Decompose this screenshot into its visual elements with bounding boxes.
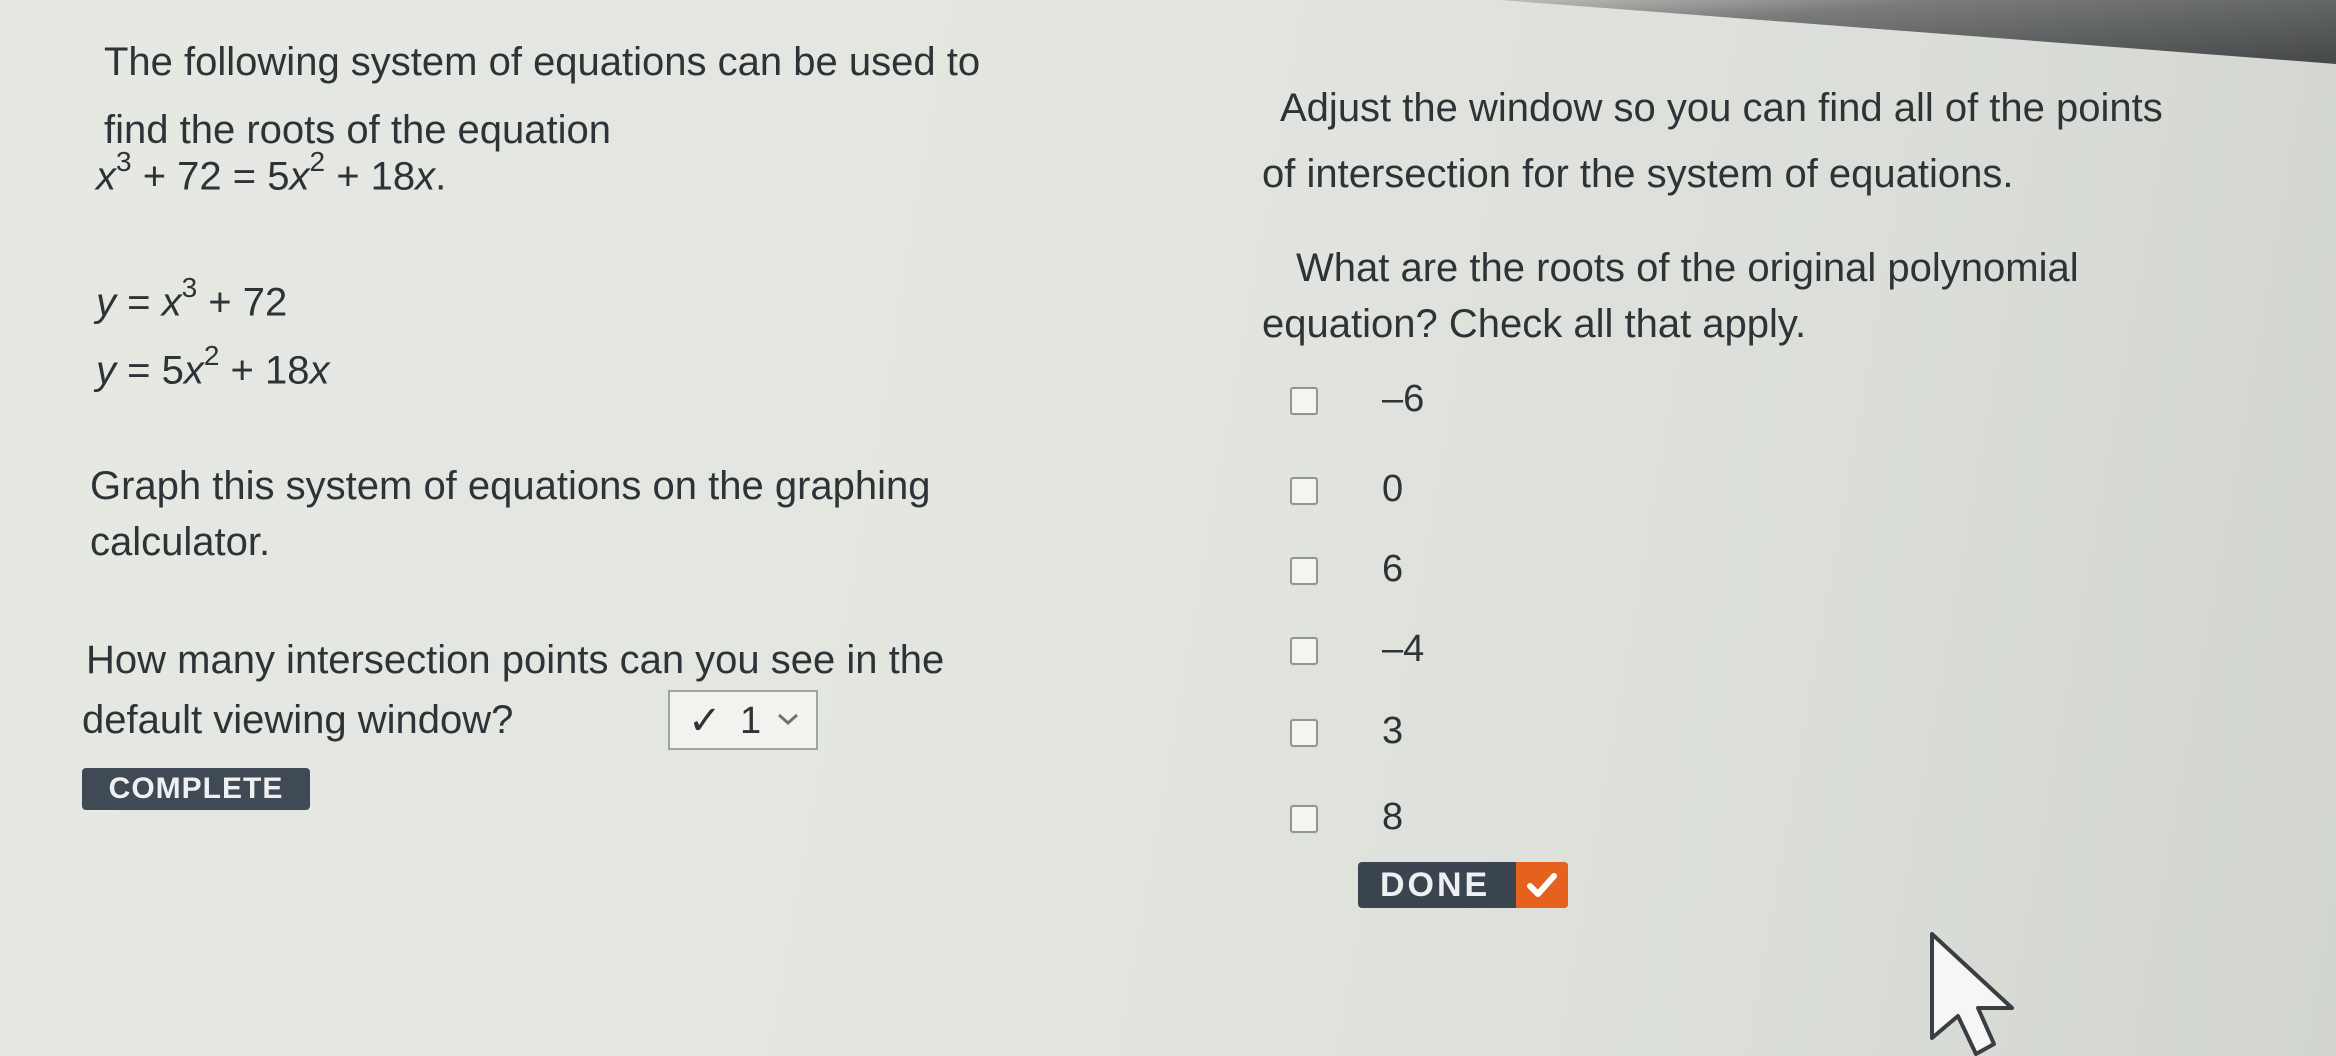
option-label: 3	[1382, 710, 1404, 752]
checkbox[interactable]	[1290, 719, 1318, 747]
option-label: –4	[1382, 628, 1425, 670]
intersection-question-line-1: How many intersection points can you see…	[86, 638, 945, 682]
chevron-down-icon	[778, 713, 798, 726]
system-equation-2: y = 5x2 + 18x	[96, 340, 330, 393]
system-equation-1: y = x3 + 72	[96, 272, 288, 325]
intro-line-1: The following system of equations can be…	[104, 40, 981, 84]
graph-instruction-line-2: calculator.	[90, 520, 271, 564]
window-instruction-line-2: of intersection for the system of equati…	[1262, 152, 2014, 196]
roots-question-line-1: What are the roots of the original polyn…	[1296, 246, 2079, 290]
window-instruction-line-1: Adjust the window so you can find all of…	[1280, 86, 2163, 130]
mouse-cursor-icon	[1930, 932, 2014, 1056]
option-label: 0	[1382, 468, 1404, 510]
checkbox[interactable]	[1290, 387, 1318, 415]
option-label: –6	[1382, 378, 1425, 420]
option-label: 6	[1382, 548, 1404, 590]
graph-instruction-line-1: Graph this system of equations on the gr…	[90, 464, 931, 508]
done-check-icon	[1516, 862, 1568, 908]
option-label: 8	[1382, 796, 1404, 838]
checkbox[interactable]	[1290, 477, 1318, 505]
complete-badge: COMPLETE	[82, 768, 310, 810]
checkbox[interactable]	[1290, 557, 1318, 585]
roots-question-line-2: equation? Check all that apply.	[1262, 302, 1807, 346]
intersection-question-line-2: default viewing window?	[82, 698, 514, 742]
correct-check-icon: ✓	[688, 699, 722, 743]
intersection-count-dropdown[interactable]: ✓ 1	[668, 690, 818, 750]
checkbox[interactable]	[1290, 637, 1318, 665]
target-equation: x3 + 72 = 5x2 + 18x.	[96, 146, 447, 199]
done-button-label: DONE	[1380, 866, 1491, 904]
dropdown-selected-value: 1	[740, 700, 762, 742]
done-button[interactable]: DONE	[1358, 862, 1568, 908]
checkbox[interactable]	[1290, 805, 1318, 833]
intro-line-2: find the roots of the equation	[104, 108, 612, 152]
